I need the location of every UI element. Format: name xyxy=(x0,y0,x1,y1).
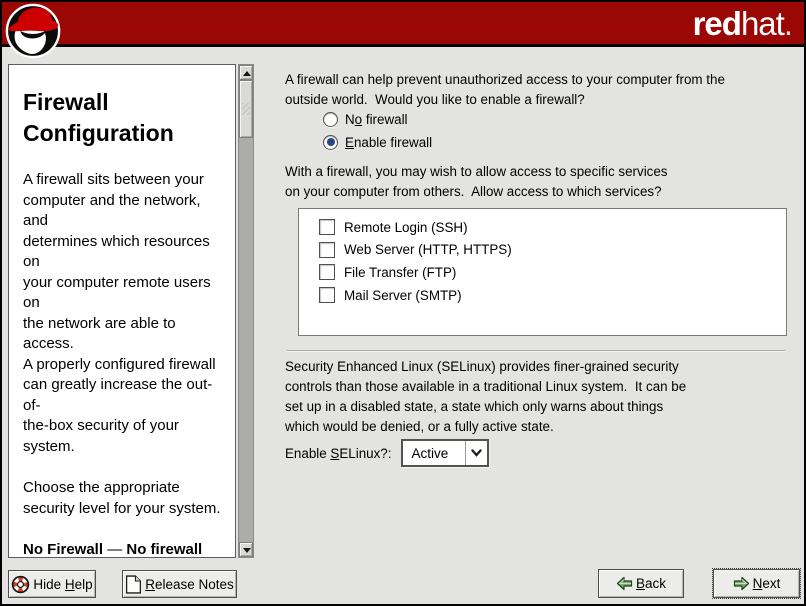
scroll-up-button[interactable] xyxy=(239,65,253,80)
service-row-web[interactable]: Web Server (HTTP, HTTPS) xyxy=(319,239,786,262)
enable-firewall-radio[interactable]: Enable firewall xyxy=(323,134,432,150)
next-label: Next xyxy=(753,576,781,591)
document-icon xyxy=(125,575,142,594)
help-paragraph-1: A firewall sits between your computer an… xyxy=(23,170,227,457)
radio-selected-icon[interactable] xyxy=(323,135,338,150)
services-question: With a firewall, you may wish to allow a… xyxy=(285,162,805,202)
back-arrow-icon xyxy=(616,576,633,591)
help-paragraph-3: No Firewall — No firewall provides compl… xyxy=(23,540,227,558)
service-row-ftp[interactable]: File Transfer (FTP) xyxy=(319,261,786,284)
service-label: Web Server (HTTP, HTTPS) xyxy=(344,242,512,257)
firewall-question: A firewall can help prevent unauthorized… xyxy=(285,70,805,110)
dropdown-button[interactable] xyxy=(465,441,487,465)
enable-selinux-label: Enable SELinux?: xyxy=(285,446,391,461)
services-list: Remote Login (SSH) Web Server (HTTP, HTT… xyxy=(298,208,787,336)
scroll-grip-icon xyxy=(242,103,250,115)
chevron-down-icon xyxy=(471,449,482,457)
release-notes-label: Release Notes xyxy=(145,577,234,592)
help-panel: Firewall Configuration A firewall sits b… xyxy=(8,64,236,558)
selinux-dropdown-value: Active xyxy=(403,446,465,461)
service-row-smtp[interactable]: Mail Server (SMTP) xyxy=(319,284,786,307)
back-button[interactable]: Back xyxy=(598,569,684,598)
selinux-dropdown[interactable]: Active xyxy=(401,439,489,467)
wordmark-red: red xyxy=(693,5,741,42)
no-firewall-term-2: No firewall xyxy=(126,541,202,558)
redhat-logo-icon xyxy=(5,2,63,60)
release-notes-button[interactable]: Release Notes xyxy=(122,570,237,598)
radio-icon[interactable] xyxy=(323,112,338,127)
no-firewall-radio[interactable]: No firewall xyxy=(323,111,408,127)
help-title: Firewall Configuration xyxy=(23,87,227,149)
scroll-down-button[interactable] xyxy=(239,542,253,557)
wordmark-dot: . xyxy=(784,5,792,42)
arrow-up-icon xyxy=(243,71,251,76)
service-label: File Transfer (FTP) xyxy=(344,265,456,280)
installer-window: redhat. Firewall Configuration A firewal… xyxy=(0,0,806,606)
arrow-down-icon xyxy=(243,548,251,553)
no-firewall-radio-label: No firewall xyxy=(345,112,408,127)
hide-help-button[interactable]: Hide Help xyxy=(8,570,96,598)
service-row-ssh[interactable]: Remote Login (SSH) xyxy=(319,216,786,239)
checkbox-icon[interactable] xyxy=(319,264,335,280)
no-firewall-term: No Firewall xyxy=(23,541,103,558)
checkbox-icon[interactable] xyxy=(319,287,335,303)
checkbox-icon[interactable] xyxy=(319,219,335,235)
help-scrollbar[interactable] xyxy=(238,64,254,558)
wordmark-hat: hat xyxy=(741,5,784,42)
service-label: Remote Login (SSH) xyxy=(344,220,468,235)
checkbox-icon[interactable] xyxy=(319,242,335,258)
redhat-wordmark: redhat. xyxy=(693,5,792,43)
term-separator: — xyxy=(103,541,126,558)
help-paragraph-2: Choose the appropriate security level fo… xyxy=(23,478,227,519)
enable-firewall-radio-label: Enable firewall xyxy=(345,135,432,150)
selinux-description: Security Enhanced Linux (SELinux) provid… xyxy=(285,357,805,437)
next-arrow-icon xyxy=(733,576,750,591)
back-label: Back xyxy=(636,576,666,591)
selinux-setting-row: Enable SELinux?: Active xyxy=(285,439,489,467)
hide-help-label: Hide Help xyxy=(33,577,92,592)
service-label: Mail Server (SMTP) xyxy=(344,288,462,303)
life-preserver-icon xyxy=(11,575,30,594)
next-button[interactable]: Next xyxy=(713,569,800,598)
scroll-thumb[interactable] xyxy=(239,80,253,138)
section-divider xyxy=(287,350,785,352)
header-banner xyxy=(2,2,804,47)
